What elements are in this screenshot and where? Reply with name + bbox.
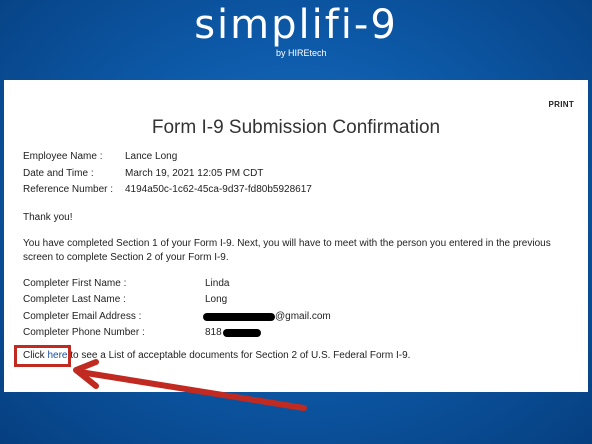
- employee-name-label: Employee Name :: [23, 151, 103, 162]
- reference-value: 4194a50c-1c62-45ca-9d37-fd80b5928617: [125, 184, 312, 195]
- completion-message: You have completed Section 1 of your For…: [23, 238, 551, 263]
- date-value: March 19, 2021 12:05 PM CDT: [125, 168, 264, 179]
- page-title: Form I-9 Submission Confirmation: [151, 117, 441, 138]
- completer-first-value: Linda: [205, 278, 230, 289]
- employee-name-value: Lance Long: [125, 151, 178, 162]
- confirmation-card: PRINT Form I-9 Submission Confirmation E…: [4, 80, 588, 392]
- see-documents-text: to see a List of acceptable documents fo…: [67, 350, 411, 361]
- completer-email-label: Completer Email Address :: [23, 311, 142, 322]
- print-button[interactable]: PRINT: [549, 100, 575, 109]
- click-text: Click: [23, 350, 48, 361]
- completer-last-value: Long: [205, 294, 228, 305]
- redacted-email-mark: [203, 313, 275, 321]
- date-label: Date and Time :: [23, 168, 94, 179]
- reference-label: Reference Number :: [23, 184, 114, 195]
- completer-last-label: Completer Last Name :: [23, 294, 126, 305]
- completer-phone-prefix: 818: [205, 327, 222, 338]
- thank-you-text: Thank you!: [23, 212, 73, 223]
- redacted-phone-mark: [223, 329, 261, 337]
- tagline: by HIREtech: [276, 48, 327, 58]
- completer-first-label: Completer First Name :: [23, 278, 127, 289]
- simplifi-9-logo: simplifi-9: [194, 2, 398, 48]
- completer-phone-label: Completer Phone Number :: [23, 327, 145, 338]
- completer-email-suffix: @gmail.com: [275, 311, 331, 322]
- here-link[interactable]: here: [47, 350, 67, 361]
- header: simplifi-9 by HIREtech: [0, 0, 592, 80]
- documents-link-line: Click here to see a List of acceptable d…: [23, 350, 410, 361]
